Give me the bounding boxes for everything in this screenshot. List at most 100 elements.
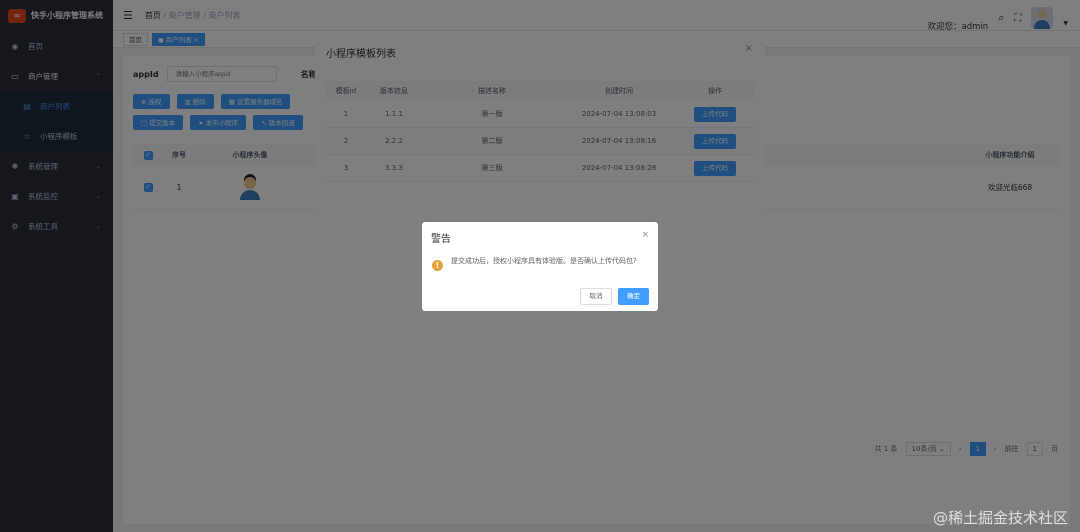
next-page-icon[interactable]: › xyxy=(994,445,997,453)
caret-down-icon[interactable]: ▼ xyxy=(1063,20,1068,27)
fullscreen-icon[interactable]: ⛶ xyxy=(1014,13,1021,24)
sidebar-item-label: 系统监控 xyxy=(28,191,58,201)
close-icon[interactable]: × xyxy=(745,43,753,54)
merchant-icon: ▭ xyxy=(11,71,19,81)
appid-input[interactable] xyxy=(166,66,277,82)
template-version: 3.3.3 xyxy=(385,164,403,172)
row-index: 1 xyxy=(176,183,182,192)
template-time: 2024-07-04 13:08:16 xyxy=(581,137,657,145)
template-desc: 第一版 xyxy=(481,110,503,118)
template-time: 2024-07-04 13:08:03 xyxy=(581,110,657,118)
sidebar-item-monitor[interactable]: ▣ 系统监控 ⌄ xyxy=(0,181,113,211)
select-all-checkbox[interactable]: ✓ xyxy=(143,150,153,160)
tag-home[interactable]: 首页 xyxy=(123,32,148,46)
monitor-icon: ▣ xyxy=(11,191,19,201)
col-intro: 小程序功能介绍 xyxy=(985,151,1035,159)
goto-label: 前往 xyxy=(1004,445,1019,453)
sidebar-item-label: 小程序模板 xyxy=(40,131,78,141)
col-action: 操作 xyxy=(708,87,722,95)
row-intro: 欢迎光临668 xyxy=(987,183,1033,192)
upload-code-button[interactable]: 上传代码 xyxy=(694,106,736,122)
sidebar-item-home[interactable]: ◉ 首页 xyxy=(0,31,113,61)
filter-form: appId 名称 xyxy=(133,66,317,82)
tool-icon: ⚙ xyxy=(11,221,19,231)
button-row-1: ⊕ 授权 ▥ 删除 ▦ 设置服务器域名 xyxy=(133,94,291,109)
template-id: 2 xyxy=(343,137,349,145)
publish-button[interactable]: ➤ 发布小程序 xyxy=(190,115,247,130)
template-table: 模板id 版本信息 描述名称 创建时间 操作 1 1.1.1 第一版 2024-… xyxy=(326,81,754,182)
sidebar-item-label: 系统管理 xyxy=(28,161,58,171)
pagination: 共 1 条 10条/页 ⌄ ‹ 1 › 前往 1 页 xyxy=(875,442,1058,456)
upload-code-button[interactable]: 上传代码 xyxy=(694,160,736,176)
sidebar-item-system[interactable]: ✱ 系统管理 ⌄ xyxy=(0,151,113,181)
dashboard-icon: ◉ xyxy=(11,41,19,51)
button-row-2: ▢ 提交版本 ➤ 发布小程序 ↖ 版本回退 xyxy=(133,115,303,130)
chevron-up-icon: ⌃ xyxy=(95,72,101,80)
goto-input[interactable]: 1 xyxy=(1026,442,1043,456)
sidebar-item-merchant[interactable]: ▭ 商户管理 ⌃ xyxy=(0,61,113,91)
sidebar-item-template[interactable]: ☆ 小程序模板 xyxy=(0,121,113,151)
delete-button[interactable]: ▥ 删除 xyxy=(176,94,214,109)
prev-page-icon[interactable]: ‹ xyxy=(959,445,962,453)
watermark: @稀土掘金技术社区 xyxy=(932,509,1068,527)
table-row: 1 1.1.1 第一版 2024-07-04 13:08:03 上传代码 xyxy=(326,101,754,128)
search-icon[interactable]: ⌕ xyxy=(998,11,1004,25)
authorize-button[interactable]: ⊕ 授权 xyxy=(133,94,170,109)
sidebar-item-merchant-list[interactable]: ▤ 商户列表 xyxy=(0,91,113,121)
template-id: 3 xyxy=(343,164,349,172)
messagebox-text: 提交成功后，授权小程序具有体验版。是否确认上传代码包? xyxy=(451,257,637,265)
page-number[interactable]: 1 xyxy=(969,442,986,456)
breadcrumb-merchant-list: 商户列表 xyxy=(208,10,241,20)
star-icon: ☆ xyxy=(23,131,31,141)
template-time: 2024-07-04 13:08:28 xyxy=(581,164,657,172)
breadcrumb: 首页 / 商户管理 / 商户列表 xyxy=(144,10,241,20)
rollback-button[interactable]: ↖ 版本回退 xyxy=(253,115,303,130)
messagebox-title: 警告 xyxy=(431,234,451,245)
cancel-button[interactable]: 取消 xyxy=(580,288,612,305)
sidebar-item-label: 首页 xyxy=(28,41,43,51)
confirm-button[interactable]: 确定 xyxy=(618,288,649,305)
list-icon: ▤ xyxy=(23,101,31,111)
tag-merchant-list[interactable]: ● 商户列表 × xyxy=(152,32,206,46)
chevron-down-icon: ⌄ xyxy=(95,192,101,200)
goto-unit: 页 xyxy=(1051,445,1058,453)
breadcrumb-home[interactable]: 首页 xyxy=(145,11,161,20)
page-size-select[interactable]: 10条/页 ⌄ xyxy=(905,442,951,456)
appid-label: appId xyxy=(133,69,159,79)
logo-icon: ∞ xyxy=(8,8,26,23)
miniapp-avatar xyxy=(238,176,262,200)
template-version: 2.2.2 xyxy=(385,137,403,145)
sidebar: ∞ 快手小程序管理系统 ◉ 首页 ▭ 商户管理 ⌃ ▤ 商户列表 ☆ 小程序模板… xyxy=(0,0,113,532)
pager-total: 共 1 条 xyxy=(874,445,898,453)
app-logo[interactable]: ∞ 快手小程序管理系统 xyxy=(0,0,113,31)
dialog-title: 小程序模板列表 xyxy=(326,49,396,60)
table-row: 2 2.2.2 第二版 2024-07-04 13:08:16 上传代码 xyxy=(326,128,754,155)
chevron-down-icon: ⌄ xyxy=(95,222,101,230)
sidebar-item-label: 商户管理 xyxy=(28,71,58,81)
col-template-id: 模板id xyxy=(335,87,357,95)
sidebar-item-label: 系统工具 xyxy=(28,221,58,231)
set-domain-button[interactable]: ▦ 设置服务器域名 xyxy=(220,94,291,109)
row-checkbox[interactable]: ✓ xyxy=(143,183,153,192)
template-dialog: 小程序模板列表 × 模板id 版本信息 描述名称 创建时间 操作 1 1.1.1… xyxy=(315,35,765,378)
avatar[interactable] xyxy=(1031,7,1054,29)
template-desc: 第二版 xyxy=(481,137,503,145)
col-created: 创建时间 xyxy=(605,87,633,95)
breadcrumb-merchant: 商户管理 xyxy=(168,10,201,20)
submit-version-button[interactable]: ▢ 提交版本 xyxy=(133,115,184,130)
chevron-down-icon: ⌄ xyxy=(95,162,101,170)
hamburger-icon[interactable]: ☰ xyxy=(123,9,133,22)
template-table-header: 模板id 版本信息 描述名称 创建时间 操作 xyxy=(326,81,754,101)
close-icon[interactable]: × xyxy=(641,230,649,240)
template-id: 1 xyxy=(343,110,349,118)
upload-code-button[interactable]: 上传代码 xyxy=(694,133,736,149)
warning-messagebox: 警告 × ! 提交成功后，授权小程序具有体验版。是否确认上传代码包? 取消 确定 xyxy=(422,222,658,311)
template-desc: 第三版 xyxy=(481,164,503,172)
sidebar-item-tools[interactable]: ⚙ 系统工具 ⌄ xyxy=(0,211,113,241)
top-header: ☰ 首页 / 商户管理 / 商户列表 欢迎您：admin ⌕ ⛶ ▼ xyxy=(113,0,1080,32)
gear-icon: ✱ xyxy=(11,161,19,171)
table-row: 3 3.3.3 第三版 2024-07-04 13:08:28 上传代码 xyxy=(326,155,754,182)
sidebar-item-label: 商户列表 xyxy=(40,101,70,111)
template-version: 1.1.1 xyxy=(385,110,403,118)
col-avatar: 小程序头像 xyxy=(232,151,268,159)
